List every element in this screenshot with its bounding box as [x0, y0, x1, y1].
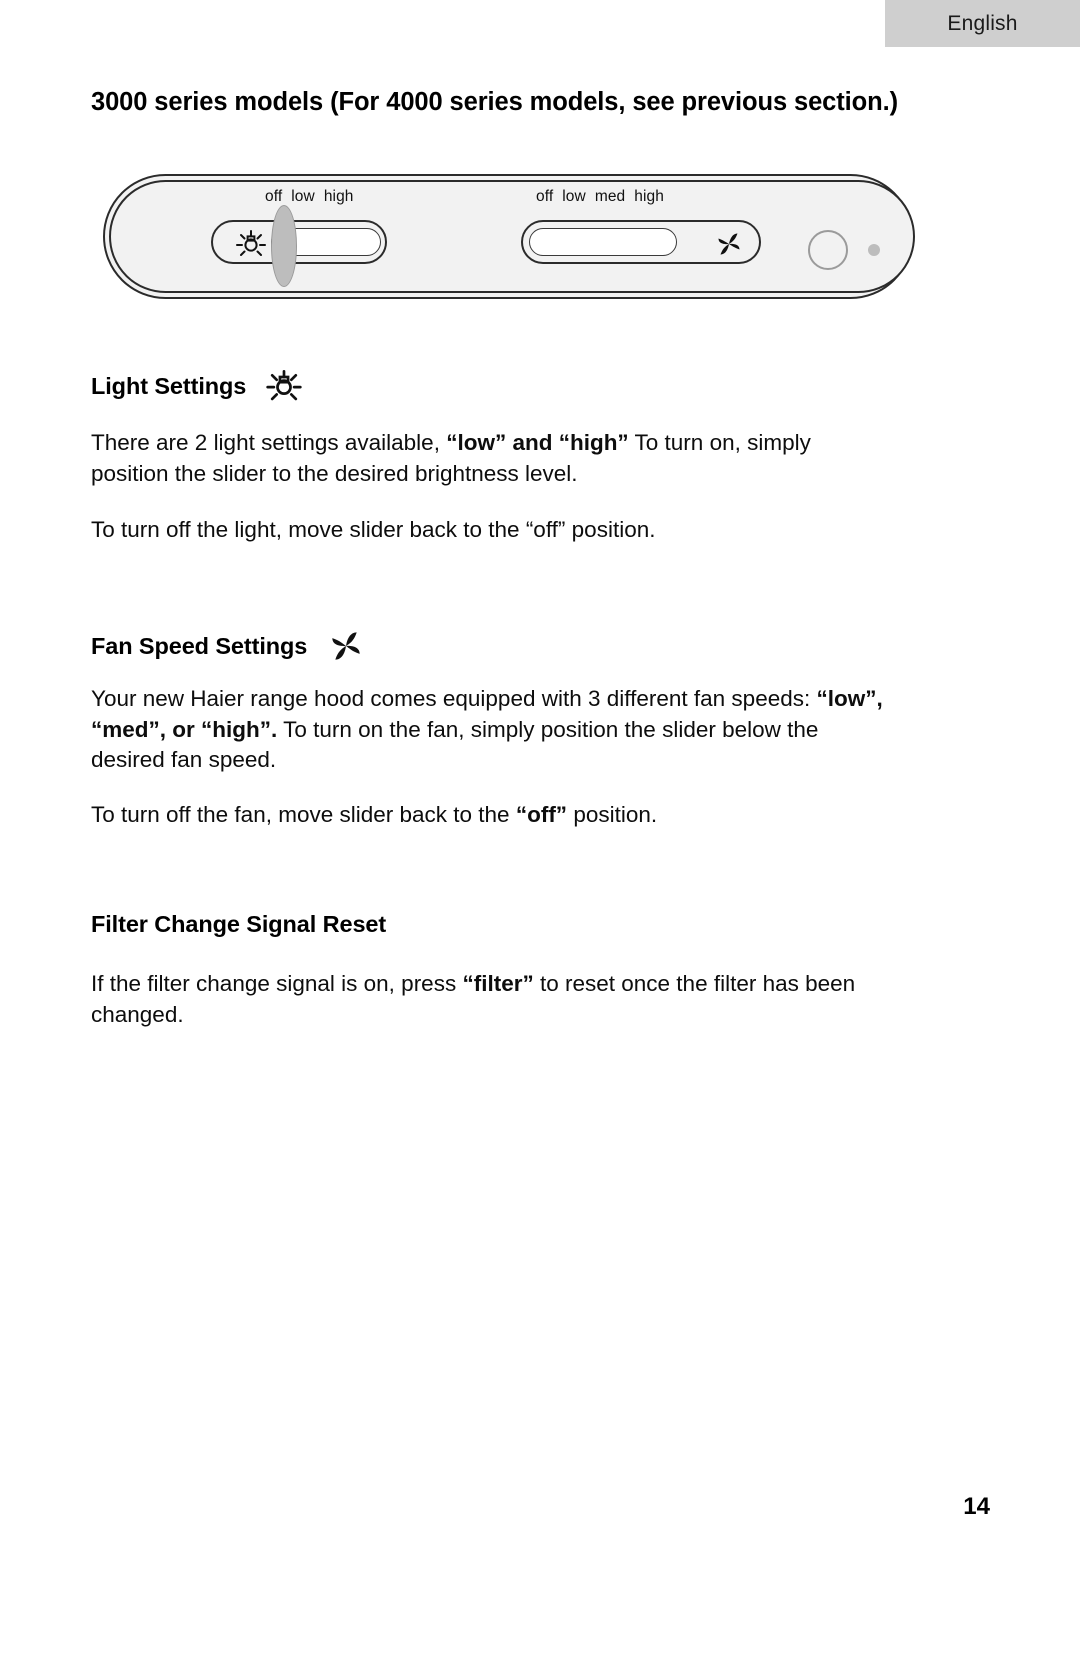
- text-run: To turn off the fan, move slider back to…: [91, 802, 516, 827]
- paragraph-light-2: To turn off the light, move slider back …: [91, 515, 891, 546]
- control-panel-inner-shell: off low high off low med high: [109, 180, 915, 293]
- heading-fan-speed-settings-label: Fan Speed Settings: [91, 632, 308, 659]
- heading-fan-speed-settings: Fan Speed Settings: [91, 627, 365, 665]
- text-run: To turn off the light, move slider back …: [91, 517, 656, 542]
- fan-tick-off: off: [536, 188, 554, 205]
- control-panel-diagram: off low high off low med high: [91, 160, 931, 320]
- light-tick-off: off: [265, 188, 283, 205]
- fan-slider-shell: [521, 220, 761, 264]
- language-tab: English: [885, 0, 1080, 47]
- language-tab-label: English: [947, 11, 1018, 35]
- fan-icon: [713, 228, 745, 260]
- fan-slider-assembly[interactable]: off low med high: [521, 188, 761, 264]
- light-slider-knob[interactable]: [271, 205, 297, 287]
- heading-filter-change-signal-reset: Filter Change Signal Reset: [91, 911, 386, 938]
- heading-filter-change-signal-reset-label: Filter Change Signal Reset: [91, 911, 387, 937]
- page-number: 14: [963, 1493, 990, 1520]
- filter-reset-button[interactable]: [808, 230, 848, 270]
- text-run-bold: “filter”: [462, 971, 534, 996]
- paragraph-filter-1: If the filter change signal is on, press…: [91, 969, 896, 1030]
- text-run-bold: “off”: [515, 802, 568, 827]
- light-slider-shell: [211, 205, 387, 287]
- fan-slider-track[interactable]: [529, 228, 677, 256]
- paragraph-fan-2: To turn off the fan, move slider back to…: [91, 800, 891, 831]
- text-run: Your new Haier range hood comes equipped…: [91, 686, 817, 711]
- light-bulb-icon: [235, 228, 267, 260]
- page-title: 3000 series models (For 4000 series mode…: [91, 88, 898, 116]
- heading-light-settings: Light Settings: [91, 368, 302, 404]
- light-tick-low: low: [291, 188, 315, 205]
- light-bulb-icon: [266, 368, 302, 404]
- text-run-bold: “low” and “high”: [446, 430, 629, 455]
- light-slider-tick-labels: off low high: [265, 188, 354, 206]
- document-page: English 3000 series models (For 4000 ser…: [0, 0, 1080, 1669]
- paragraph-fan-1: Your new Haier range hood comes equipped…: [91, 684, 891, 776]
- fan-tick-med: med: [594, 188, 626, 205]
- light-slider-assembly[interactable]: off low high: [211, 188, 387, 287]
- filter-indicator-dot: [868, 244, 880, 256]
- fan-slider-tick-labels: off low med high: [536, 188, 664, 206]
- text-run: position.: [567, 802, 658, 827]
- light-tick-high: high: [323, 188, 354, 205]
- paragraph-light-1: There are 2 light settings available, “l…: [91, 428, 891, 489]
- heading-light-settings-label: Light Settings: [91, 372, 247, 399]
- fan-icon: [327, 627, 365, 665]
- fan-tick-high: high: [634, 188, 664, 205]
- fan-tick-low: low: [562, 188, 586, 205]
- text-run: There are 2 light settings available,: [91, 430, 447, 455]
- text-run: If the filter change signal is on, press: [91, 971, 463, 996]
